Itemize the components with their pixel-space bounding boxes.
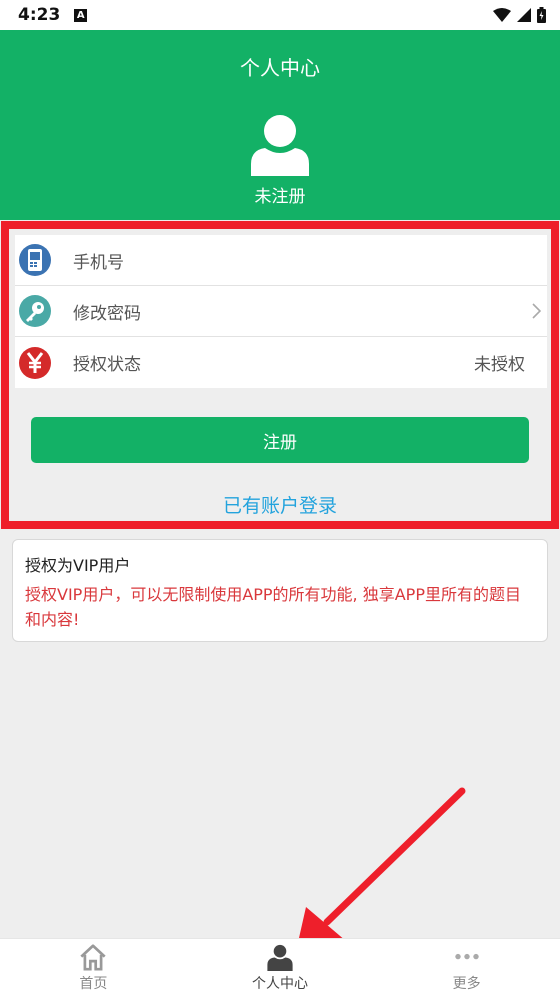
nav-label-home: 首页 <box>79 976 108 992</box>
vip-title: 授权为VIP用户 <box>25 556 131 575</box>
account-section-highlight: 手机号 修改密码 授权状态 未授权 注册 已有账户登录 <box>1 221 559 529</box>
registration-status: 未注册 <box>254 187 306 207</box>
change-password-label: 修改密码 <box>73 303 141 324</box>
signal-icon <box>517 8 531 22</box>
chevron-right-icon <box>532 303 541 319</box>
notification-a-icon: A <box>74 8 88 22</box>
auth-status-label: 授权状态 <box>73 355 141 375</box>
home-icon <box>80 944 106 971</box>
account-list: 手机号 修改密码 授权状态 未授权 <box>15 235 547 388</box>
status-bar: 4:23 A <box>0 0 560 30</box>
status-time: 4:23 <box>18 5 61 25</box>
nav-item-home[interactable]: 首页 <box>0 939 187 993</box>
nav-label-profile: 个人中心 <box>252 976 308 992</box>
more-icon <box>454 953 479 960</box>
user-icon <box>267 944 293 971</box>
bottom-nav: 首页 个人中心 更多 <box>0 938 560 993</box>
nav-label-more: 更多 <box>452 976 481 992</box>
list-item-change-password[interactable]: 修改密码 <box>15 286 547 337</box>
register-button[interactable]: 注册 <box>31 417 529 463</box>
auth-status-value: 未授权 <box>474 355 525 375</box>
vip-card[interactable]: 授权为VIP用户 授权VIP用户，可以无限制使用APP的所有功能, 独享APP里… <box>12 539 548 642</box>
profile-header: 个人中心 未注册 <box>0 30 560 220</box>
yuan-icon <box>19 346 51 379</box>
status-indicators <box>493 7 546 23</box>
key-icon <box>19 295 51 327</box>
nav-item-more[interactable]: 更多 <box>373 939 560 993</box>
list-item-auth-status[interactable]: 授权状态 未授权 <box>15 337 547 388</box>
vip-description: 授权VIP用户，可以无限制使用APP的所有功能, 独享APP里所有的题目和内容! <box>25 585 521 629</box>
nav-item-profile[interactable]: 个人中心 <box>187 939 374 993</box>
battery-icon <box>537 7 546 23</box>
phone-label: 手机号 <box>73 252 124 273</box>
existing-account-login-link[interactable]: 已有账户登录 <box>9 491 551 518</box>
page-title: 个人中心 <box>240 56 320 80</box>
list-item-phone[interactable]: 手机号 <box>15 235 547 286</box>
avatar-icon[interactable] <box>249 114 311 176</box>
phone-icon <box>19 244 51 276</box>
wifi-icon <box>493 8 511 22</box>
